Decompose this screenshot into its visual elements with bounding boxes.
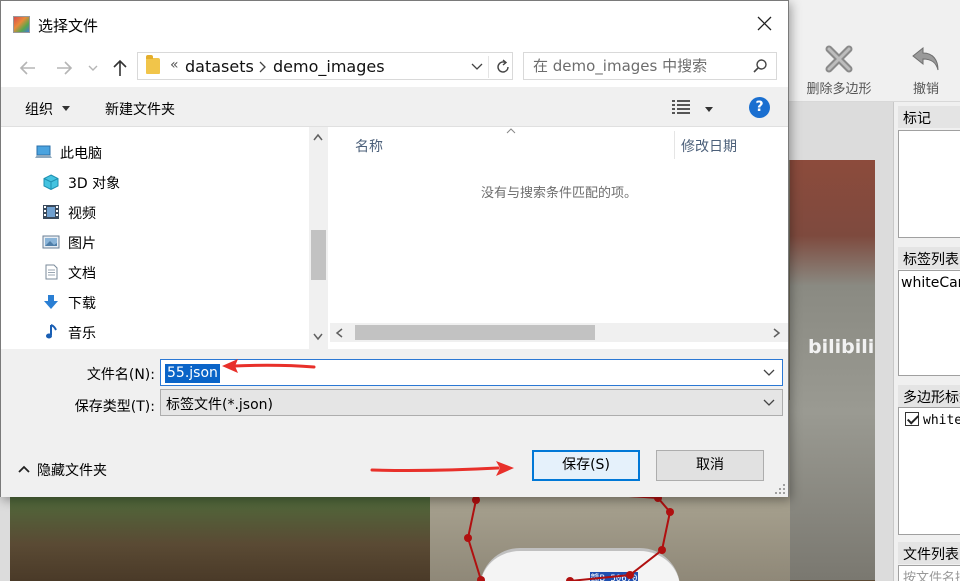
flags-dock-title: 标记 [898,106,960,128]
dialog-title: 选择文件 [38,17,99,35]
video-icon [43,205,59,219]
column-header-name[interactable]: 名称 [355,136,383,156]
sort-ascending-icon [506,128,516,134]
filename-input[interactable]: 55.json [165,364,220,383]
tree-scrollbar[interactable] [309,127,328,349]
callout-arrow-save [370,461,514,476]
scroll-right-arrow-icon[interactable] [773,328,781,338]
filename-history-chevron-icon[interactable] [763,369,775,377]
labels-list-item[interactable]: whiteCar [899,271,960,291]
save-file-dialog: 选择文件 « datasets demo_images 组织 新建文件夹 [0,0,789,497]
browser-pane: 此电脑 3D 对象 视频 图片 文档 下载 音乐 名称 修改日期 没有与搜索条件… [1,127,788,349]
delete-x-icon [825,45,853,73]
dialog-titlebar[interactable]: 选择文件 [1,1,788,47]
labels-list[interactable]: whiteCar [898,270,960,376]
address-dropdown-chevron-icon[interactable] [471,62,483,72]
organize-button[interactable]: 组织 [25,99,53,119]
breadcrumb-datasets[interactable]: datasets [185,57,254,76]
search-box[interactable] [523,52,777,80]
tree-item-label: 图片 [68,236,96,252]
up-arrow-icon[interactable] [109,57,131,79]
back-arrow-icon[interactable] [17,57,39,79]
polygons-dock-title: 多边形标签 [898,385,960,407]
filetype-label: 保存类型(T): [74,399,155,415]
tree-item-label: 下载 [68,296,96,312]
polygons-list-item[interactable]: whiteCar [899,408,960,428]
scroll-left-arrow-icon[interactable] [335,328,343,338]
checkbox-checked-icon[interactable] [905,412,919,426]
horizontal-scrollbar-thumb[interactable] [355,325,595,340]
cancel-button[interactable]: 取消 [656,450,764,481]
3d-objects-icon [43,174,59,190]
undo-label: 撤销 [912,82,939,97]
hide-folders-label: 隐藏文件夹 [37,463,107,479]
flags-list[interactable] [898,130,960,238]
music-icon [46,324,57,339]
delete-polygon-label: 删除多边形 [806,82,872,97]
tree-scrollbar-thumb[interactable] [311,230,326,280]
tree-item-label: 视频 [68,206,96,222]
undo-button[interactable]: 撤销 [886,42,960,98]
polygons-list[interactable]: whiteCar [898,407,960,535]
file-list[interactable]: 名称 修改日期 没有与搜索条件匹配的项。 [330,127,788,349]
downloads-icon [44,295,58,309]
tree-item-label: 文档 [68,266,96,282]
empty-results-message: 没有与搜索条件匹配的项。 [480,186,637,201]
computer-icon [35,145,52,158]
tree-item-label: 此电脑 [60,146,102,162]
breadcrumb-overflow[interactable]: « [170,57,179,73]
bilibili-watermark: bilibili [808,336,875,358]
filetype-selected-value: 标签文件(*.json) [166,397,273,413]
scroll-up-arrow-icon[interactable] [313,133,323,141]
app-icon [13,16,30,33]
search-input[interactable] [533,57,743,75]
folder-icon [146,55,160,74]
labels-dock-title: 标签列表 [898,247,960,269]
filename-label: 文件名(N): [86,367,155,383]
save-button[interactable]: 保存(S) [532,450,640,481]
files-dock-title: 文件列表 [898,542,960,564]
view-dropdown-caret-icon[interactable] [705,107,713,112]
recent-locations-chevron-icon[interactable] [87,57,99,79]
close-icon [757,16,772,31]
right-dock: 标记 标签列表 whiteCar 多边形标签 whiteCar 文件列表 按文件… [893,102,960,581]
files-search-field[interactable]: 按文件名搜索 [898,565,960,581]
close-button[interactable] [742,1,788,47]
file-list-horizontal-scrollbar[interactable] [330,323,788,342]
forward-arrow-icon[interactable] [53,57,75,79]
navigation-tree[interactable]: 此电脑 3D 对象 视频 图片 文档 下载 音乐 [1,127,309,349]
filetype-chevron-icon[interactable] [763,399,775,407]
app-toolbar: 删除多边形 撤销 [788,34,960,102]
command-bar: 组织 新建文件夹 ? [1,87,788,127]
refresh-icon [497,59,509,73]
tree-item-label: 3D 对象 [68,176,121,192]
polygon-label: whiteCar [923,413,960,428]
organize-caret-icon[interactable] [62,106,70,111]
view-options-icon[interactable] [672,99,690,115]
breadcrumb-chevron-icon[interactable] [257,61,267,73]
pictures-icon [42,235,60,249]
navigation-bar: « datasets demo_images [1,47,788,87]
column-divider[interactable] [674,131,675,159]
search-icon[interactable] [752,58,768,74]
breadcrumb-demo-images[interactable]: demo_images [273,57,385,76]
refresh-button[interactable] [488,56,512,78]
documents-icon [45,264,58,280]
column-header-date-modified[interactable]: 修改日期 [681,136,737,156]
chevron-up-icon [18,465,30,473]
delete-polygon-button[interactable]: 删除多边形 [799,42,879,98]
help-button[interactable]: ? [749,97,770,118]
new-folder-button[interactable]: 新建文件夹 [105,99,175,119]
callout-arrow-filename [222,359,316,373]
resize-grip-icon[interactable] [775,484,785,494]
address-bar[interactable]: « datasets demo_images [137,52,513,80]
tree-item-label: 音乐 [68,326,96,342]
files-search-placeholder: 按文件名搜索 [903,571,960,581]
filetype-select[interactable]: 标签文件(*.json) [160,389,783,416]
scroll-down-arrow-icon[interactable] [313,333,323,341]
undo-arrow-icon [912,46,939,71]
